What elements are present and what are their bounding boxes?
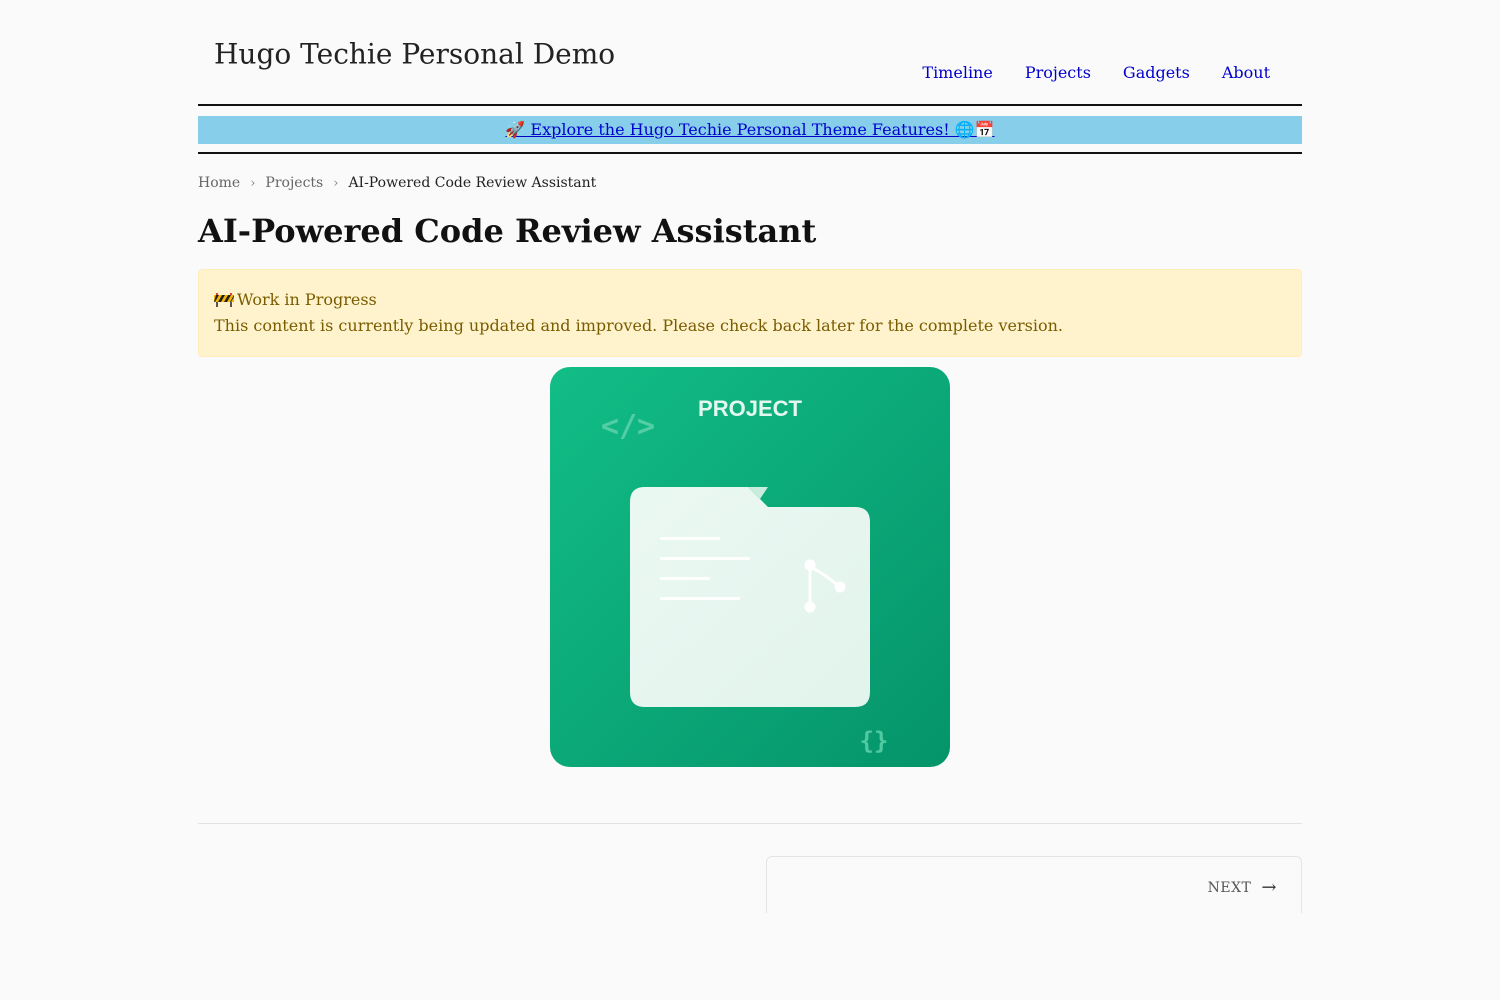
construction-barrier-icon: [214, 293, 234, 307]
page-title: AI-Powered Code Review Assistant: [198, 212, 817, 250]
code-icon: </>: [601, 409, 655, 444]
hero-project-label: PROJECT: [698, 396, 802, 421]
wip-notice-title: Work in Progress: [237, 290, 377, 309]
arrow-right-icon: →: [1261, 877, 1277, 898]
breadcrumb-projects[interactable]: Projects: [265, 175, 323, 191]
content-divider: [198, 823, 1302, 824]
banner-divider: [198, 152, 1302, 154]
breadcrumb-home[interactable]: Home: [198, 175, 240, 191]
wip-notice-header: Work in Progress: [214, 288, 1286, 312]
announcement-banner: 🚀 Explore the Hugo Techie Personal Theme…: [198, 116, 1302, 144]
site-header: Hugo Techie Personal Demo Timeline Proje…: [198, 0, 1302, 106]
viewport-bottom-cover: [0, 913, 1500, 1000]
nav-item-about[interactable]: About: [1222, 63, 1270, 82]
wip-notice: Work in Progress This content is current…: [198, 269, 1302, 357]
breadcrumb-chevron-icon: ›: [333, 175, 339, 191]
site-title-link[interactable]: Hugo Techie Personal Demo: [214, 38, 615, 71]
breadcrumb: Home › Projects › AI-Powered Code Review…: [198, 175, 596, 191]
next-label: NEXT: [1207, 879, 1252, 896]
page-container: Hugo Techie Personal Demo Timeline Proje…: [198, 0, 1302, 946]
nav-item-timeline[interactable]: Timeline: [922, 63, 992, 82]
breadcrumb-chevron-icon: ›: [250, 175, 256, 191]
braces-icon: {}: [860, 727, 889, 755]
next-label-group: NEXT →: [1208, 877, 1277, 898]
nav-item-projects[interactable]: Projects: [1025, 63, 1091, 82]
project-hero-image: PROJECT </> {}: [550, 367, 950, 767]
breadcrumb-current: AI-Powered Code Review Assistant: [348, 175, 597, 191]
banner-link[interactable]: 🚀 Explore the Hugo Techie Personal Theme…: [505, 120, 994, 139]
main-nav: Timeline Projects Gadgets About: [922, 63, 1270, 82]
wip-notice-body: This content is currently being updated …: [214, 316, 1063, 335]
folder-icon: [630, 487, 870, 707]
nav-item-gadgets[interactable]: Gadgets: [1123, 63, 1190, 82]
